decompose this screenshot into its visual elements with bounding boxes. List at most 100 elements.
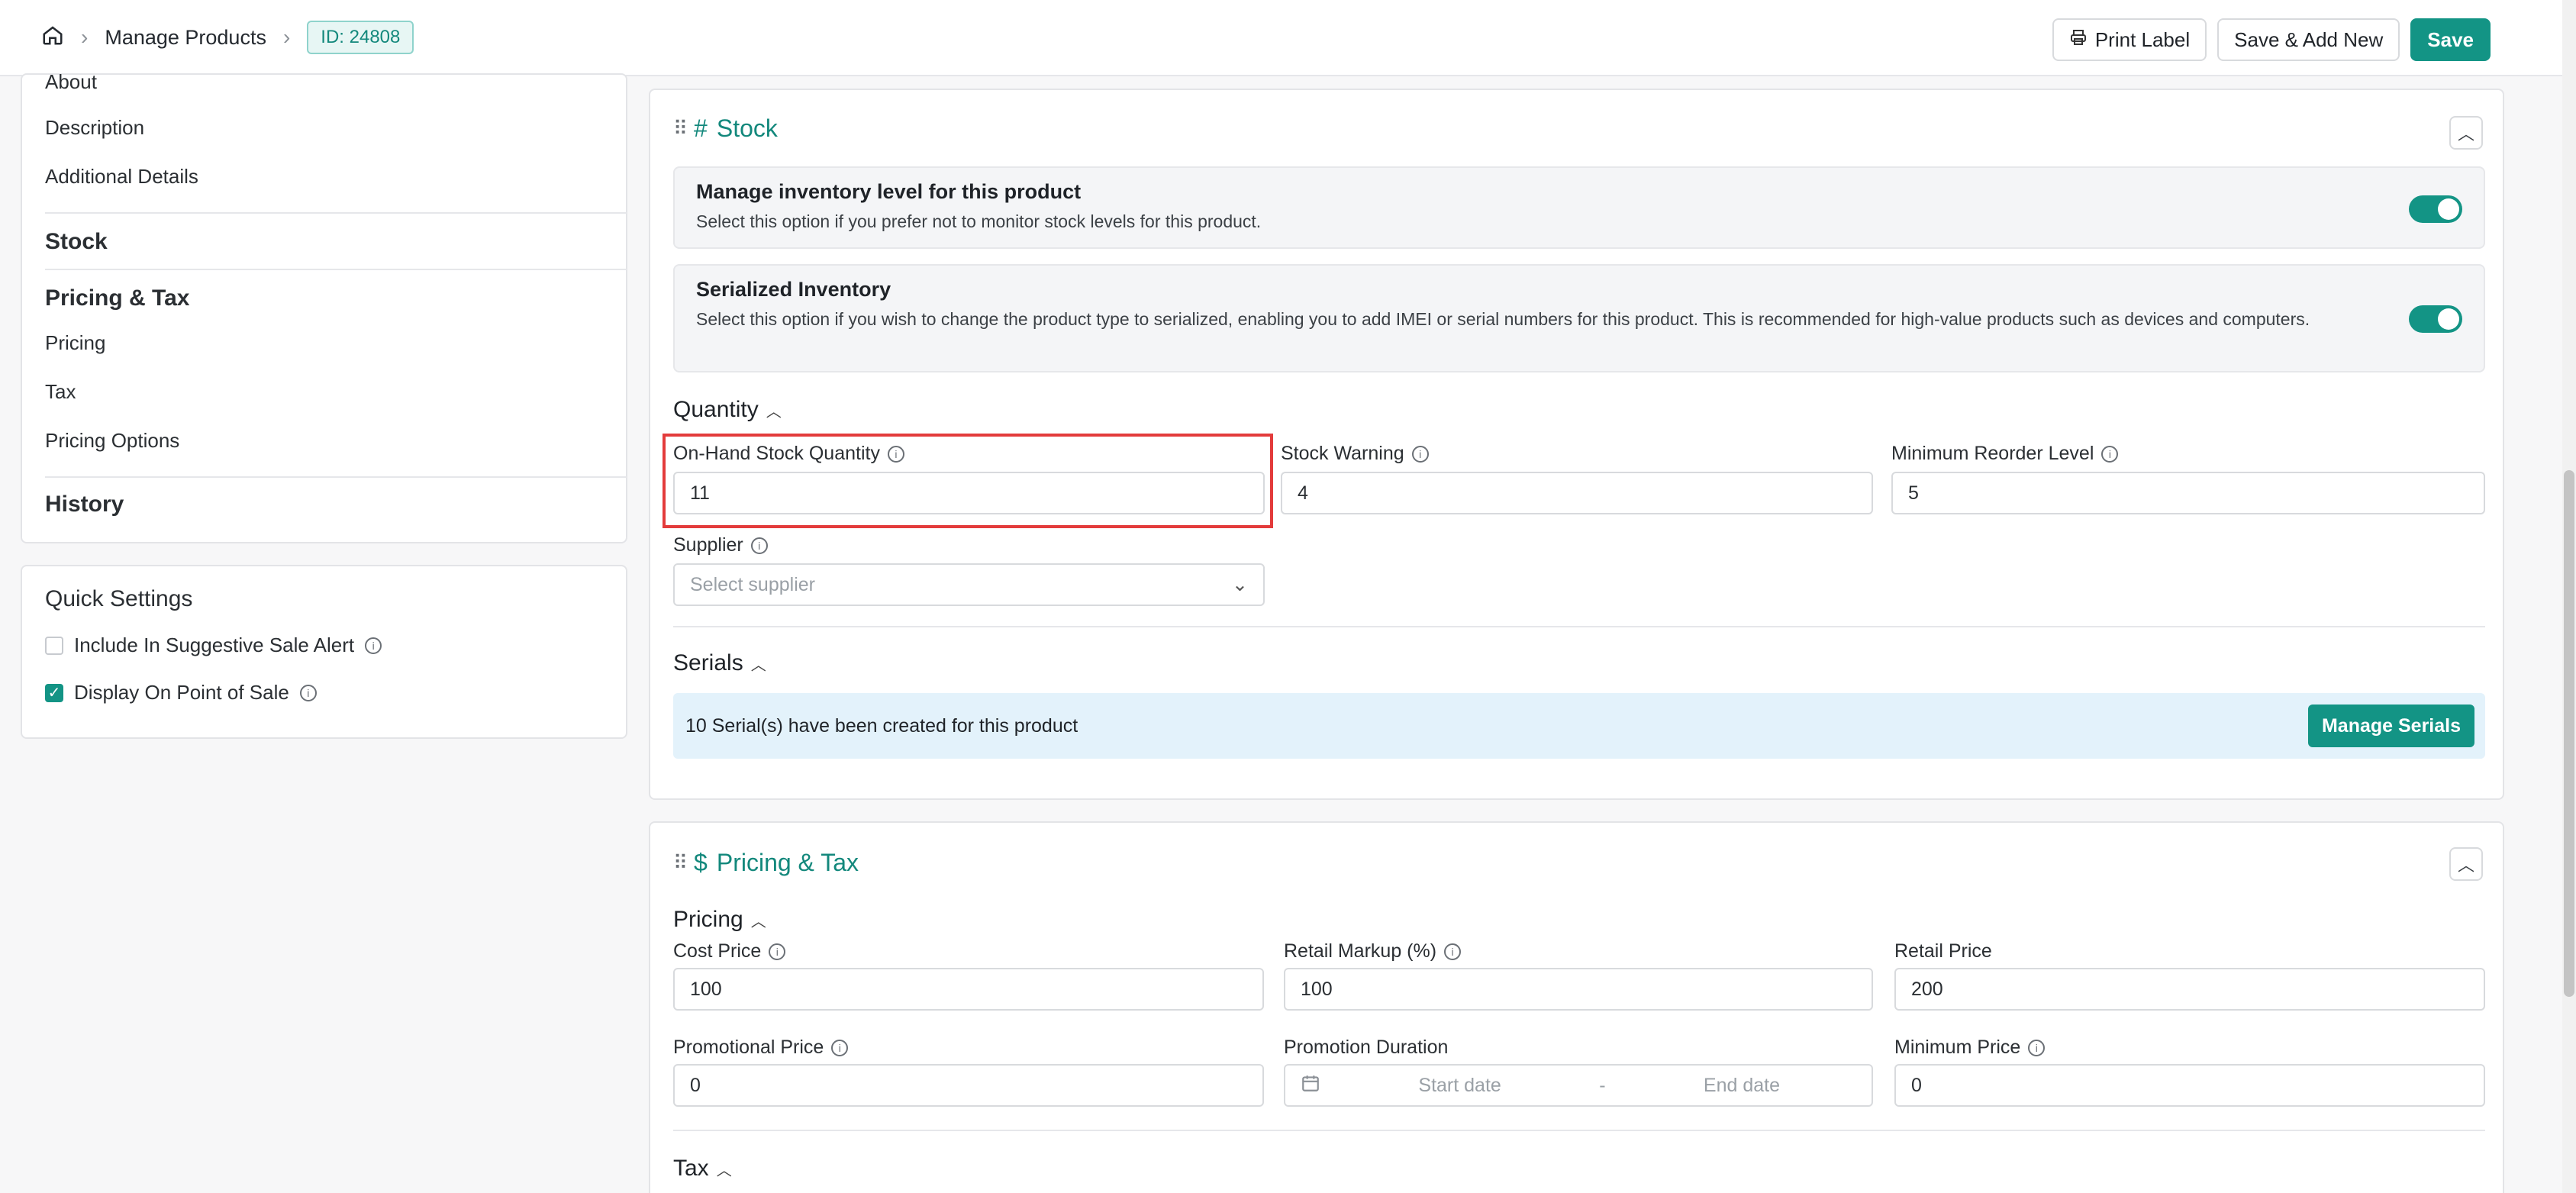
supplier-select[interactable]: Select supplier ⌄ xyxy=(673,563,1265,606)
pricing-collapse-button[interactable]: ︿ xyxy=(2449,847,2483,881)
sidebar-item-pricing-tax[interactable]: Pricing & Tax xyxy=(45,285,190,311)
info-icon[interactable]: i xyxy=(2101,445,2119,463)
stock-warning-label: Stock Warning i xyxy=(1281,443,1429,465)
serials-message: 10 Serial(s) have been created for this … xyxy=(685,714,1078,737)
stock-section: ⠿ # Stock ︿ Manage inventory level for t… xyxy=(649,89,2504,800)
min-reorder-label-text: Minimum Reorder Level xyxy=(1891,443,2094,464)
pricing-heading-text: Pricing xyxy=(673,907,743,932)
serials-heading[interactable]: Serials ︿ xyxy=(673,650,766,676)
pricing-title-text: Pricing & Tax xyxy=(716,849,859,876)
scrollbar[interactable] xyxy=(2562,0,2576,1193)
retail-markup-input[interactable]: 100 xyxy=(1284,968,1873,1011)
serialized-inventory-option: Serialized Inventory Select this option … xyxy=(673,264,2485,372)
start-date-input[interactable]: Start date xyxy=(1418,1075,1501,1097)
include-suggestive-sale-alert-row[interactable]: Include In Suggestive Sale Alert i xyxy=(45,634,382,657)
divider xyxy=(45,212,627,214)
print-label-text: Print Label xyxy=(2094,27,2191,51)
serials-heading-text: Serials xyxy=(673,650,743,675)
divider xyxy=(673,1130,2485,1131)
promo-price-label: Promotional Price i xyxy=(673,1037,849,1059)
manage-serials-button[interactable]: Manage Serials xyxy=(2307,705,2474,747)
retail-price-input[interactable]: 200 xyxy=(1894,968,2485,1011)
divider xyxy=(673,626,2485,627)
quantity-heading-text: Quantity xyxy=(673,397,759,422)
min-reorder-input[interactable]: 5 xyxy=(1891,472,2485,514)
sidebar-item-pricing[interactable]: Pricing xyxy=(45,331,105,355)
product-id-badge: ID: 24808 xyxy=(307,21,414,54)
sidebar-item-about[interactable]: About xyxy=(45,70,97,94)
manage-inventory-desc: Select this option if you prefer not to … xyxy=(696,211,1262,231)
retail-markup-label: Retail Markup (%) i xyxy=(1284,940,1462,962)
info-icon[interactable]: i xyxy=(769,943,786,960)
include-alert-checkbox[interactable] xyxy=(45,636,63,655)
supplier-label-text: Supplier xyxy=(673,534,743,556)
sidebar-item-pricing-options[interactable]: Pricing Options xyxy=(45,429,179,453)
min-reorder-label: Minimum Reorder Level i xyxy=(1891,443,2119,465)
divider xyxy=(45,476,627,478)
date-separator: - xyxy=(1599,1074,1606,1096)
promo-duration-label: Promotion Duration xyxy=(1284,1037,1448,1059)
min-price-label: Minimum Price i xyxy=(1894,1037,2046,1059)
manage-inventory-toggle[interactable] xyxy=(2409,195,2462,223)
highlight-box xyxy=(663,434,1273,528)
serialized-inventory-toggle[interactable] xyxy=(2409,305,2462,333)
chevron-up-icon: ︿ xyxy=(766,403,782,421)
pricing-heading[interactable]: Pricing ︿ xyxy=(673,907,766,933)
promo-duration-range[interactable]: Start date - End date xyxy=(1284,1064,1873,1107)
drag-handle-icon[interactable]: ⠿ xyxy=(673,851,688,875)
sidebar-item-additional-details[interactable]: Additional Details xyxy=(45,165,198,189)
quantity-heading[interactable]: Quantity ︿ xyxy=(673,397,782,423)
stock-warning-label-text: Stock Warning xyxy=(1281,443,1404,464)
info-icon[interactable]: i xyxy=(299,684,317,701)
supplier-label: Supplier i xyxy=(673,534,768,556)
promo-price-label-text: Promotional Price xyxy=(673,1037,824,1058)
info-icon[interactable]: i xyxy=(365,637,382,654)
cost-price-label: Cost Price i xyxy=(673,940,786,962)
stock-collapse-button[interactable]: ︿ xyxy=(2449,116,2483,150)
pricing-section-title: ⠿ $ Pricing & Tax xyxy=(673,849,859,877)
display-pos-label: Display On Point of Sale xyxy=(74,681,289,704)
sidebar-item-description[interactable]: Description xyxy=(45,116,144,140)
promo-price-input[interactable]: 0 xyxy=(673,1064,1264,1107)
tax-heading[interactable]: Tax ︿ xyxy=(673,1156,732,1182)
breadcrumb-manage-products[interactable]: Manage Products xyxy=(105,26,266,50)
chevron-up-icon: ︿ xyxy=(716,1162,732,1179)
cost-price-label-text: Cost Price xyxy=(673,940,762,962)
info-icon[interactable]: i xyxy=(831,1039,849,1056)
pricing-tax-section: ⠿ $ Pricing & Tax ︿ Pricing ︿ Cost Price… xyxy=(649,821,2504,1193)
cost-price-input[interactable]: 100 xyxy=(673,968,1264,1011)
supplier-placeholder: Select supplier xyxy=(690,573,815,595)
hash-icon: # xyxy=(694,114,708,142)
display-pos-checkbox[interactable]: ✓ xyxy=(45,683,63,702)
home-icon[interactable] xyxy=(41,24,64,52)
save-button[interactable]: Save xyxy=(2410,18,2491,61)
calendar-icon xyxy=(1301,1073,1320,1098)
info-icon[interactable]: i xyxy=(1444,943,1462,960)
stock-title-text: Stock xyxy=(716,114,778,142)
chevron-right-icon: › xyxy=(81,25,89,49)
sidebar-item-history[interactable]: History xyxy=(45,492,124,518)
scrollbar-thumb[interactable] xyxy=(2564,470,2574,997)
sidebar-nav: About Description Additional Details Sto… xyxy=(21,70,627,543)
printer-icon xyxy=(2069,28,2088,52)
chevron-right-icon: › xyxy=(282,25,291,49)
breadcrumb: › Manage Products › ID: 24808 xyxy=(41,21,414,54)
info-icon[interactable]: i xyxy=(1411,445,1429,463)
sidebar-item-stock[interactable]: Stock xyxy=(45,229,108,255)
chevron-up-icon: ︿ xyxy=(750,656,766,674)
drag-handle-icon[interactable]: ⠿ xyxy=(673,117,688,140)
top-bar: › Manage Products › ID: 24808 Print Labe… xyxy=(0,0,2576,76)
chevron-up-icon: ︿ xyxy=(2457,124,2474,143)
stock-warning-input[interactable]: 4 xyxy=(1281,472,1873,514)
quick-settings-card: Quick Settings Include In Suggestive Sal… xyxy=(21,565,627,739)
save-and-add-new-button[interactable]: Save & Add New xyxy=(2217,18,2400,61)
min-price-input[interactable]: 0 xyxy=(1894,1064,2485,1107)
display-on-pos-row[interactable]: ✓ Display On Point of Sale i xyxy=(45,681,317,705)
dollar-icon: $ xyxy=(694,849,708,876)
info-icon[interactable]: i xyxy=(2028,1039,2046,1056)
print-label-button[interactable]: Print Label xyxy=(2052,18,2207,61)
end-date-input[interactable]: End date xyxy=(1704,1075,1780,1097)
manage-inventory-option: Manage inventory level for this product … xyxy=(673,166,2485,249)
info-icon[interactable]: i xyxy=(750,537,768,554)
sidebar-item-tax[interactable]: Tax xyxy=(45,380,76,404)
